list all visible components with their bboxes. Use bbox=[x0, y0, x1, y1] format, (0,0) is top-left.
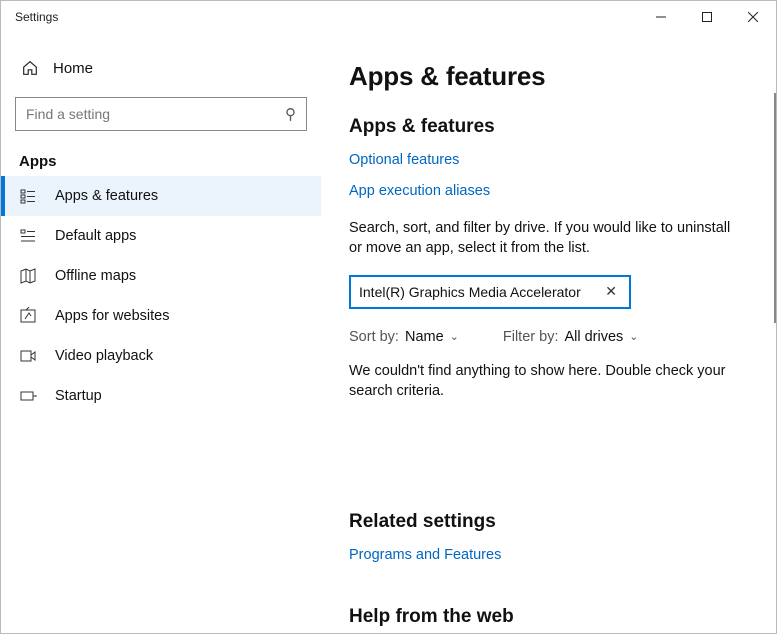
sidebar-section-header: Apps bbox=[19, 153, 309, 170]
filter-by-label: Filter by: bbox=[503, 329, 559, 345]
close-button[interactable] bbox=[730, 1, 776, 33]
sidebar: Home Find a setting ⚲ Apps Apps & featur… bbox=[1, 33, 321, 633]
maximize-button[interactable] bbox=[684, 1, 730, 33]
app-search-value: Intel(R) Graphics Media Accelerator bbox=[359, 284, 601, 300]
sidebar-item-video-playback[interactable]: Video playback bbox=[1, 336, 321, 376]
sidebar-item-apps-for-websites[interactable]: Apps for websites bbox=[1, 296, 321, 336]
sort-by-dropdown[interactable]: Sort by: Name ⌄ bbox=[349, 329, 459, 345]
apps-websites-icon bbox=[19, 307, 37, 325]
sidebar-item-startup[interactable]: Startup bbox=[1, 376, 321, 416]
apps-features-icon bbox=[19, 187, 37, 205]
home-icon bbox=[21, 59, 39, 77]
default-apps-icon bbox=[19, 227, 37, 245]
app-search-input[interactable]: Intel(R) Graphics Media Accelerator ✕ bbox=[349, 275, 631, 309]
offline-maps-icon bbox=[19, 267, 37, 285]
sidebar-item-label: Default apps bbox=[55, 228, 136, 244]
sidebar-item-offline-maps[interactable]: Offline maps bbox=[1, 256, 321, 296]
page-title: Apps & features bbox=[349, 61, 742, 92]
video-playback-icon bbox=[19, 347, 37, 365]
titlebar: Settings bbox=[1, 1, 776, 33]
chevron-down-icon: ⌄ bbox=[450, 330, 459, 343]
find-setting-search[interactable]: Find a setting ⚲ bbox=[15, 97, 307, 131]
home-label: Home bbox=[53, 60, 93, 77]
empty-results-message: We couldn't find anything to show here. … bbox=[349, 361, 742, 402]
related-settings-header: Related settings bbox=[349, 511, 742, 533]
sidebar-item-label: Startup bbox=[55, 388, 102, 404]
search-icon: ⚲ bbox=[285, 105, 296, 123]
help-from-web-header: Help from the web bbox=[349, 606, 742, 628]
sidebar-item-label: Video playback bbox=[55, 348, 153, 364]
filter-by-value: All drives bbox=[564, 329, 623, 345]
programs-and-features-link[interactable]: Programs and Features bbox=[349, 547, 501, 563]
startup-icon bbox=[19, 387, 37, 405]
sort-by-value: Name bbox=[405, 329, 444, 345]
sort-by-label: Sort by: bbox=[349, 329, 399, 345]
scrollbar-thumb[interactable] bbox=[774, 93, 776, 323]
search-placeholder: Find a setting bbox=[26, 106, 285, 122]
sidebar-item-default-apps[interactable]: Default apps bbox=[1, 216, 321, 256]
apps-description: Search, sort, and filter by drive. If yo… bbox=[349, 218, 742, 259]
optional-features-link[interactable]: Optional features bbox=[349, 152, 459, 168]
chevron-down-icon: ⌄ bbox=[629, 330, 638, 343]
app-execution-aliases-link[interactable]: App execution aliases bbox=[349, 183, 490, 199]
sidebar-item-label: Apps & features bbox=[55, 188, 158, 204]
content-area: Apps & features Apps & features Optional… bbox=[321, 33, 776, 633]
home-nav[interactable]: Home bbox=[13, 51, 309, 85]
sidebar-item-apps-features[interactable]: Apps & features bbox=[1, 176, 321, 216]
sidebar-item-label: Apps for websites bbox=[55, 308, 169, 324]
filter-by-dropdown[interactable]: Filter by: All drives ⌄ bbox=[503, 329, 639, 345]
section-title: Apps & features bbox=[349, 116, 742, 138]
sidebar-item-label: Offline maps bbox=[55, 268, 136, 284]
clear-search-icon[interactable]: ✕ bbox=[601, 283, 621, 300]
window-title: Settings bbox=[15, 10, 58, 24]
minimize-button[interactable] bbox=[638, 1, 684, 33]
